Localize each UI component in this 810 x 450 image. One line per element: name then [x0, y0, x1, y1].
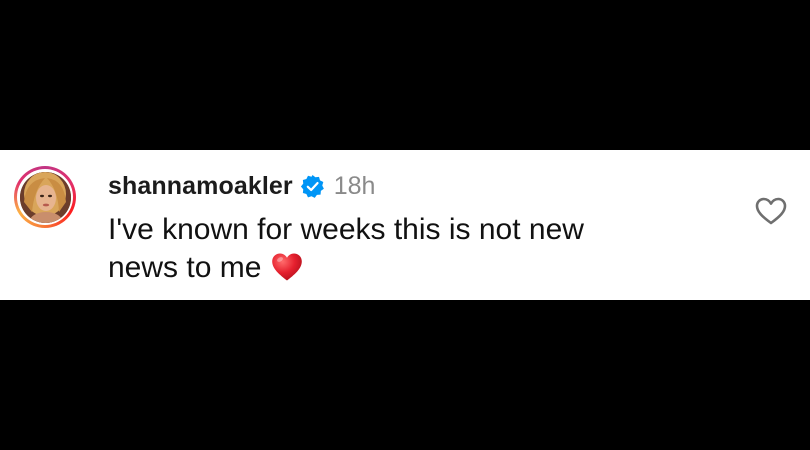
comment-text-line: I've known for weeks this is not new — [108, 213, 584, 246]
timestamp: 18h — [333, 171, 376, 200]
avatar[interactable] — [19, 171, 71, 223]
verified-badge-icon — [300, 174, 325, 199]
comment-text-fragment: news to me — [108, 251, 262, 284]
comment-header: shannamoakler 18h — [108, 169, 375, 203]
heart-outline-icon — [755, 197, 787, 225]
username-link[interactable]: shannamoakler — [108, 172, 293, 201]
profile-photo — [19, 171, 71, 223]
comment-text: I've known for weeks this is not new new… — [108, 211, 728, 287]
red-heart-emoji-icon — [271, 252, 303, 282]
like-button[interactable] — [754, 196, 788, 226]
comment-text-line: news to me — [108, 249, 728, 287]
story-ring[interactable] — [14, 166, 76, 228]
comment-row: shannamoakler 18h I've known for weeks t… — [0, 150, 810, 300]
screenshot-frame: shannamoakler 18h I've known for weeks t… — [0, 0, 810, 450]
